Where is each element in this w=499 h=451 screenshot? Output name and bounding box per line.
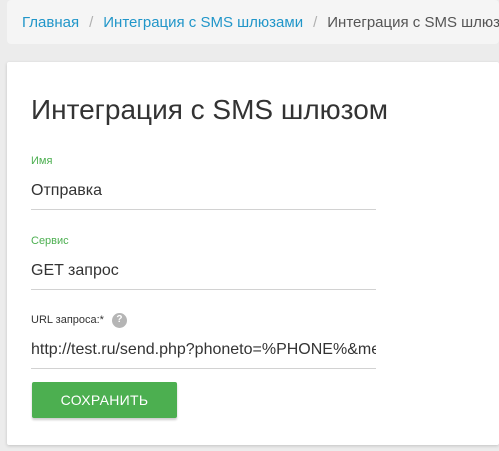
breadcrumb: Главная / Интеграция с SMS шлюзами / Инт… <box>7 0 499 44</box>
breadcrumb-separator: / <box>89 13 94 31</box>
url-label: URL запроса:* <box>31 314 104 326</box>
service-select[interactable]: GET запрос <box>31 260 376 282</box>
page-title: Интеграция с SMS шлюзом <box>31 94 389 125</box>
form-card: Интеграция с SMS шлюзом Имя Сервис GET з… <box>7 62 499 445</box>
name-underline <box>31 209 376 210</box>
name-field: Имя <box>31 154 376 210</box>
url-input[interactable] <box>31 339 376 361</box>
service-field: Сервис GET запрос <box>31 234 376 290</box>
help-icon[interactable]: ? <box>111 312 127 328</box>
url-label-row: URL запроса:* ? <box>31 312 376 328</box>
name-input[interactable] <box>31 180 376 202</box>
breadcrumb-separator: / <box>313 13 318 31</box>
breadcrumb-sms-gateways-link[interactable]: Интеграция с SMS шлюзами <box>103 14 303 31</box>
breadcrumb-home-link[interactable]: Главная <box>22 14 79 31</box>
name-label: Имя <box>31 155 53 167</box>
url-field: URL запроса:* ? <box>31 312 376 369</box>
save-button[interactable]: СОХРАНИТЬ <box>32 382 177 418</box>
service-label: Сервис <box>31 235 69 247</box>
service-underline <box>31 289 376 290</box>
breadcrumb-current: Интеграция с SMS шлюзом <box>327 13 499 31</box>
url-underline <box>31 368 376 369</box>
